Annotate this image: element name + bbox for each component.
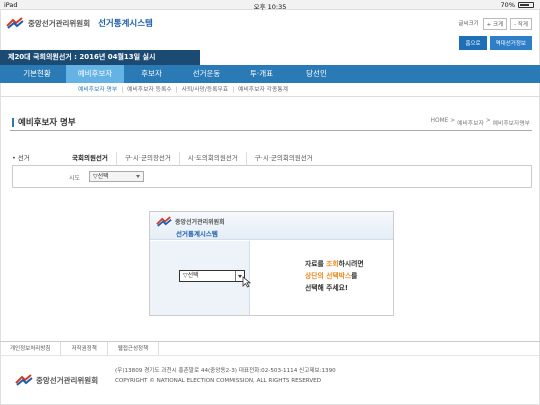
footer-org-name: 중앙선거관리위원회: [36, 375, 99, 385]
breadcrumb-section[interactable]: 예비후보자: [457, 118, 484, 127]
region-select[interactable]: ▽선택: [89, 171, 144, 182]
sub-nav: 예비후보자 명부 | 예비후보자 등록수 | 사퇴/사망/등록무효 | 예비후보…: [0, 83, 540, 97]
title-divider: [10, 130, 532, 131]
mouse-cursor-icon: [242, 276, 251, 288]
tab-national-assembly[interactable]: 국회의원선거: [64, 152, 116, 165]
ios-status-bar: iPad 오후 10:35 70%: [0, 0, 540, 11]
notice-highlight: 상단의 선택박스: [305, 272, 352, 280]
election-banner: 제20대 국회의원선거 : 2016년 04월13일 실시: [0, 50, 200, 65]
notice-header: 중앙선거관리위원회 선거통계시스템: [150, 212, 393, 240]
page-heading: 예비후보자 명부: [12, 116, 76, 128]
nav-item-candidates[interactable]: 후보자: [124, 65, 179, 83]
tab-local-council[interactable]: 구·시·군의회의원선거: [245, 152, 321, 165]
chevron-down-icon: [136, 175, 140, 178]
heading-marker: [12, 117, 14, 127]
notice-system-name: 선거통계시스템: [176, 230, 218, 238]
election-tabs-label: • 선거: [12, 154, 30, 162]
nec-logo-icon: [6, 17, 24, 29]
copyright-text: COPYRIGHT © NATIONAL ELECTION COMMISSION…: [115, 378, 322, 384]
font-size-controls: 글씨크기 + 크게 - 작게: [457, 18, 532, 30]
battery-percent: 70%: [500, 1, 515, 9]
tab-local-head[interactable]: 구·시·군의장선거: [115, 152, 179, 165]
breadcrumb: HOME > 예비후보자 > 예비후보자명부: [431, 118, 530, 127]
site-logo[interactable]: 중앙선거관리위원회 선거통계시스템: [6, 17, 153, 29]
notice-message: 자료를 조회하시려면 상단의 선택박스를 선택해 주세요!: [305, 258, 390, 294]
notice-card: 중앙선거관리위원회 선거통계시스템 ▽선택 자료를 조회하시려면 상단의 선택박…: [149, 211, 394, 316]
nav-item-preliminary-candidates[interactable]: 예비후보자: [66, 65, 124, 83]
notice-logo: 중앙선거관리위원회: [156, 216, 225, 227]
region-label: 시도: [69, 175, 81, 182]
election-tabs: • 선거 국회의원선거 구·시·군의장선거 시·도의회의원선거 구·시·군의회의…: [12, 152, 532, 166]
nav-item-campaign[interactable]: 선거운동: [179, 65, 234, 83]
region-select-value: ▽선택: [93, 173, 109, 180]
home-button[interactable]: 홈으로: [459, 36, 487, 50]
font-size-label: 글씨크기: [458, 21, 479, 27]
breadcrumb-current: 예비후보자명부: [492, 121, 530, 127]
notice-text: 선택해 주세요!: [305, 284, 348, 292]
privacy-policy-link[interactable]: 개인정보처리방침: [10, 342, 62, 355]
notice-org-name: 중앙선거관리위원회: [175, 219, 225, 226]
accessibility-policy-link[interactable]: 웹접근성정책: [118, 342, 160, 355]
subnav-item-withdrawal[interactable]: 사퇴/사망/등록무효: [178, 83, 233, 96]
sample-select: ▽선택: [179, 270, 245, 282]
page-title: 예비후보자 명부: [18, 118, 76, 128]
nec-logo-icon: [15, 374, 33, 386]
subnav-item-statistics[interactable]: 예비후보자 각종통계: [234, 83, 292, 96]
subnav-item-registration-count[interactable]: 예비후보자 등록수: [123, 83, 176, 96]
nec-logo-icon: [156, 216, 172, 227]
system-name: 선거통계시스템: [98, 19, 153, 29]
battery-icon: [518, 2, 534, 8]
footer-address: (우)13809 경기도 과천시 홍촌말로 44(중앙동2-3) 대표전화:02…: [115, 366, 336, 386]
font-larger-button[interactable]: + 크게: [482, 18, 508, 30]
battery-indicator: 70%: [501, 1, 534, 9]
subnav-item-list[interactable]: 예비후보자 명부: [74, 83, 121, 96]
address-text: (우)13809 경기도 과천시 홍촌말로 44(중앙동2-3) 대표전화:02…: [115, 368, 336, 374]
notice-highlight: 조회: [326, 260, 339, 268]
main-nav: 기본현황 예비후보자 후보자 선거운동 투·개표 당선인: [0, 65, 540, 83]
footer-logo: 중앙선거관리위원회: [15, 374, 98, 386]
notice-text: 를: [351, 272, 358, 280]
breadcrumb-separator: >: [485, 118, 491, 124]
breadcrumb-home[interactable]: HOME: [431, 118, 449, 127]
breadcrumb-separator: >: [450, 118, 456, 124]
quick-buttons: 홈으로 역대선거정보: [459, 36, 532, 50]
copyright-policy-link[interactable]: 저작권정책: [71, 342, 108, 355]
filter-panel: 시도 ▽선택: [12, 166, 532, 188]
notice-text: 하시려면: [338, 260, 364, 268]
notice-illustration: ▽선택: [150, 241, 250, 315]
past-elections-button[interactable]: 역대선거정보: [489, 36, 532, 50]
nav-item-basic-status[interactable]: 기본현황: [8, 65, 66, 83]
notice-text: 자료를: [305, 260, 327, 268]
org-name: 중앙선거관리위원회: [28, 18, 91, 28]
nav-item-winners[interactable]: 당선인: [289, 65, 344, 83]
sample-select-value: ▽선택: [183, 272, 199, 279]
tab-provincial-council[interactable]: 시·도의회의원선거: [178, 152, 246, 165]
footer-links: 개인정보처리방침 저작권정책 웹접근성정책: [0, 341, 540, 356]
nav-item-voting[interactable]: 투·개표: [234, 65, 289, 83]
font-smaller-button[interactable]: - 작게: [510, 18, 532, 30]
